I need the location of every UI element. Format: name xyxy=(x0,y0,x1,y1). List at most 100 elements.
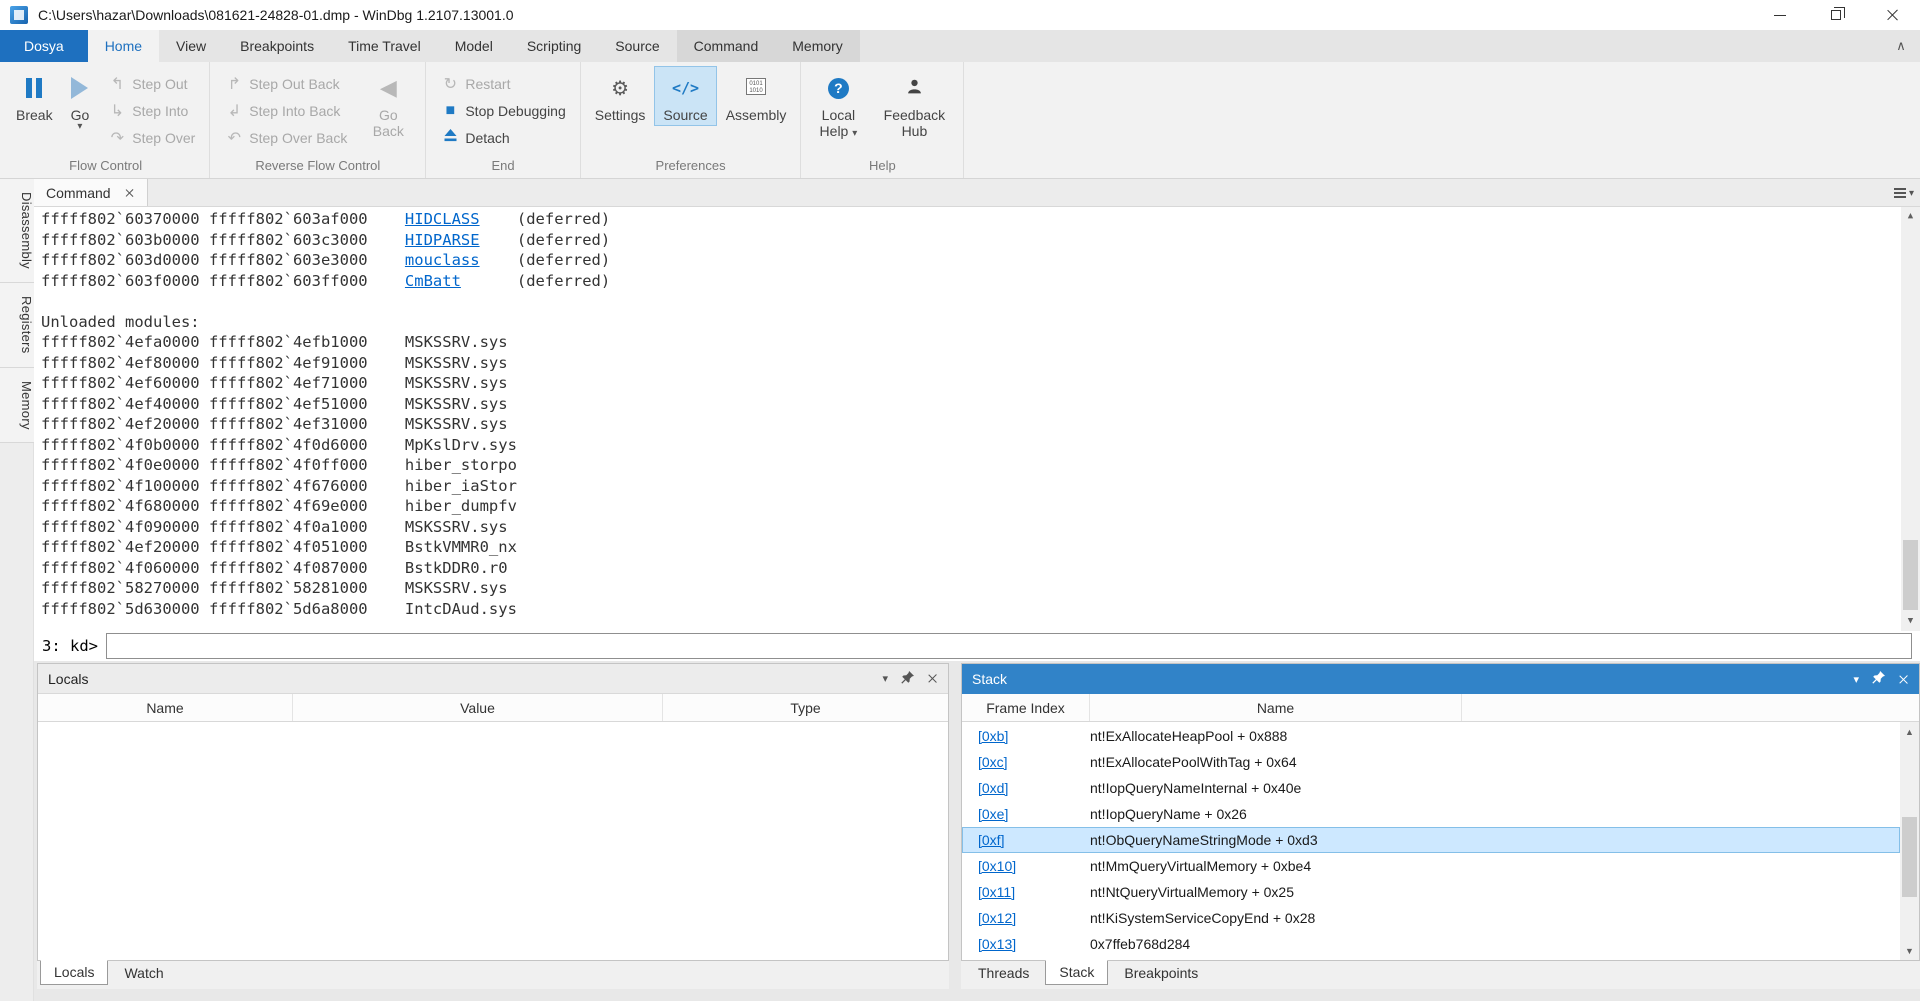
panel-tab[interactable]: Locals xyxy=(40,960,109,985)
assembly-button[interactable]: 0101 1010 Assembly xyxy=(718,67,795,125)
module-name[interactable]: hiber_dumpfv xyxy=(405,497,517,515)
stack-frame-row[interactable]: [0xf] nt!ObQueryNameStringMode + 0xd3 xyxy=(962,827,1900,853)
scroll-down-arrow-icon[interactable]: ▼ xyxy=(1901,612,1920,631)
ribbon-tab[interactable]: Dosya xyxy=(0,30,88,62)
panel-tab[interactable]: Threads xyxy=(964,961,1043,986)
frame-index-link[interactable]: [0xf] xyxy=(978,832,1004,848)
command-scrollbar-thumb[interactable] xyxy=(1903,540,1918,610)
pin-icon[interactable] xyxy=(901,670,914,687)
command-input[interactable] xyxy=(106,633,1912,659)
module-name[interactable]: hiber_iaStor xyxy=(405,477,517,495)
panel-tab[interactable]: Stack xyxy=(1045,960,1109,985)
command-window-menu-button[interactable]: ▾ xyxy=(1893,179,1914,207)
stack-frame-row[interactable]: [0xc] nt!ExAllocatePoolWithTag + 0x64 xyxy=(962,749,1900,775)
module-name[interactable]: mouclass xyxy=(405,251,480,269)
step-over-button[interactable]: ↷ Step Over xyxy=(98,124,204,151)
scroll-down-arrow-icon[interactable]: ▼ xyxy=(1900,941,1919,960)
command-window-tab[interactable]: Command xyxy=(34,179,148,206)
panel-tab[interactable]: Watch xyxy=(110,961,177,986)
frame-index-link[interactable]: [0x10] xyxy=(978,858,1016,874)
feedback-hub-button[interactable]: Feedback Hub xyxy=(871,67,957,141)
stack-frame-row[interactable]: [0xb] nt!ExAllocateHeapPool + 0x888 xyxy=(962,723,1900,749)
module-name[interactable]: MSKSSRV.sys xyxy=(405,354,508,372)
close-command-tab-icon[interactable] xyxy=(125,188,135,198)
frame-index-link[interactable]: [0x12] xyxy=(978,910,1016,926)
frame-index-link[interactable]: [0x11] xyxy=(978,884,1015,900)
step-into-back-button[interactable]: ↲ Step Into Back xyxy=(215,97,356,124)
ribbon-tab[interactable]: Time Travel xyxy=(331,30,438,62)
ribbon-tab[interactable]: Command xyxy=(676,30,776,62)
step-into-button[interactable]: ↳ Step Into xyxy=(98,97,204,124)
step-out-back-button[interactable]: ↱ Step Out Back xyxy=(215,70,356,97)
locals-panel-body[interactable] xyxy=(38,722,948,960)
stack-frame-row[interactable]: [0x10] nt!MmQueryVirtualMemory + 0xbe4 xyxy=(962,853,1900,879)
frame-index-link[interactable]: [0xb] xyxy=(978,728,1008,744)
stack-frame-row[interactable]: [0xe] nt!IopQueryName + 0x26 xyxy=(962,801,1900,827)
pin-icon[interactable] xyxy=(1872,671,1885,687)
panel-menu-caret-icon[interactable]: ▾ xyxy=(1853,673,1859,686)
restart-button[interactable]: ↻ Restart xyxy=(431,70,574,97)
column-header[interactable]: Name xyxy=(1090,694,1462,721)
column-header[interactable]: Value xyxy=(293,694,663,721)
module-name[interactable]: MSKSSRV.sys xyxy=(405,395,508,413)
restore-button[interactable] xyxy=(1808,0,1864,30)
module-name[interactable]: MSKSSRV.sys xyxy=(405,333,508,351)
module-name[interactable]: IntcDAud.sys xyxy=(405,600,517,618)
module-name[interactable]: MSKSSRV.sys xyxy=(405,415,508,433)
local-help-button[interactable]: ? Local Help ▾ xyxy=(807,67,869,141)
stack-frame-row[interactable]: [0xd] nt!IopQueryNameInternal + 0x40e xyxy=(962,775,1900,801)
panel-tab[interactable]: Breakpoints xyxy=(1110,961,1212,986)
stop-debugging-button[interactable]: ■ Stop Debugging xyxy=(431,97,574,124)
source-button[interactable]: </> Source xyxy=(654,66,717,126)
module-name[interactable]: HIDCLASS xyxy=(405,210,480,228)
ribbon-tab[interactable]: Model xyxy=(438,30,510,62)
column-header[interactable]: Frame Index xyxy=(962,694,1090,721)
ribbon-tab[interactable]: View xyxy=(159,30,223,62)
panel-menu-caret-icon[interactable]: ▾ xyxy=(882,672,888,685)
module-name[interactable]: MpKslDrv.sys xyxy=(405,436,517,454)
go-dropdown-caret-icon[interactable]: ▾ xyxy=(77,122,82,132)
frame-index-link[interactable]: [0xe] xyxy=(978,806,1008,822)
ribbon-tab[interactable]: Memory xyxy=(775,30,860,62)
module-name[interactable]: HIDPARSE xyxy=(405,231,480,249)
stack-frame-row[interactable]: [0x12] nt!KiSystemServiceCopyEnd + 0x28 xyxy=(962,905,1900,931)
stack-frame-row[interactable]: [0x13] 0x7ffeb768d284 xyxy=(962,931,1900,957)
break-button[interactable]: Break xyxy=(8,67,61,125)
ribbon-tab[interactable]: Source xyxy=(598,30,676,62)
docked-window-tab[interactable]: Disassembly xyxy=(0,179,34,283)
stack-scrollbar[interactable]: ▲ ▼ xyxy=(1900,722,1919,960)
ribbon-tab[interactable]: Home xyxy=(87,30,160,62)
module-name[interactable]: MSKSSRV.sys xyxy=(405,579,508,597)
scroll-up-arrow-icon[interactable]: ▲ xyxy=(1900,722,1919,741)
go-button[interactable]: Go ▾ xyxy=(63,67,98,133)
frame-index-link[interactable]: [0xd] xyxy=(978,780,1008,796)
detach-button[interactable]: Detach xyxy=(431,124,574,151)
command-output[interactable]: fffff802`60370000 fffff802`603af000 HIDCLA… xyxy=(34,207,1920,631)
go-back-button[interactable]: ◀ Go Back xyxy=(357,67,419,141)
scroll-up-arrow-icon[interactable]: ▲ xyxy=(1901,207,1920,226)
settings-button[interactable]: ⚙ Settings xyxy=(587,67,654,125)
docked-window-tab[interactable]: Memory xyxy=(0,367,34,444)
step-out-button[interactable]: ↰ Step Out xyxy=(98,70,204,97)
frame-index-link[interactable]: [0xc] xyxy=(978,754,1008,770)
stack-frame-row[interactable]: [0x11] nt!NtQueryVirtualMemory + 0x25 xyxy=(962,879,1900,905)
module-name[interactable]: MSKSSRV.sys xyxy=(405,374,508,392)
command-scrollbar[interactable]: ▲ ▼ xyxy=(1901,207,1920,631)
column-header[interactable]: Name xyxy=(38,694,293,721)
close-panel-icon[interactable] xyxy=(1898,674,1909,685)
column-header[interactable]: Type xyxy=(663,694,948,721)
module-name[interactable]: MSKSSRV.sys xyxy=(405,518,508,536)
module-name[interactable]: CmBatt xyxy=(405,272,461,290)
docked-window-tab[interactable]: Registers xyxy=(0,282,34,368)
minimize-button[interactable] xyxy=(1752,0,1808,30)
frame-index-link[interactable]: [0x13] xyxy=(978,936,1016,952)
close-button[interactable] xyxy=(1864,0,1920,30)
module-name[interactable]: hiber_storpo xyxy=(405,456,517,474)
module-name[interactable]: BstkDDR0.r0 xyxy=(405,559,508,577)
stack-scrollbar-thumb[interactable] xyxy=(1902,817,1917,897)
close-panel-icon[interactable] xyxy=(927,673,938,684)
collapse-ribbon-button[interactable]: ∧ xyxy=(1882,30,1920,62)
ribbon-tab[interactable]: Scripting xyxy=(510,30,598,62)
module-name[interactable]: BstkVMMR0_nx xyxy=(405,538,517,556)
ribbon-tab[interactable]: Breakpoints xyxy=(223,30,331,62)
